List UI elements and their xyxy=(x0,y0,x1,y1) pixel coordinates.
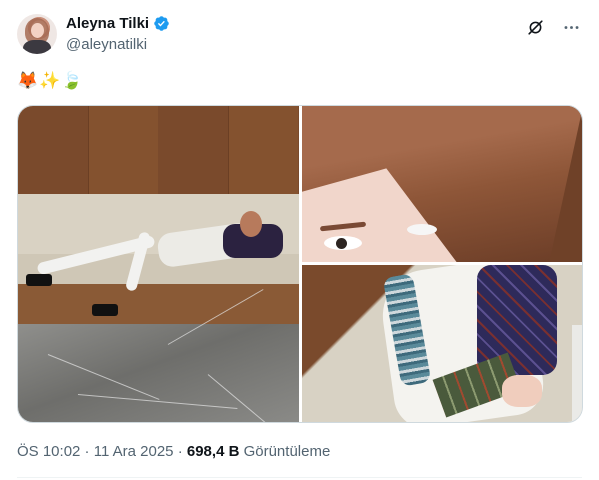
views-count: 698,4 B xyxy=(186,443,240,460)
tweet-text: 🦊✨🍃 xyxy=(17,71,84,90)
floor-vein xyxy=(47,354,160,400)
floor-vein xyxy=(207,374,270,422)
photo-figure-shoe xyxy=(92,304,118,316)
divider xyxy=(17,477,582,478)
photo-figure-head xyxy=(240,211,262,237)
photo-eye xyxy=(407,224,437,235)
avatar-face xyxy=(31,23,44,38)
verified-badge-icon[interactable] xyxy=(153,15,170,32)
views-label: Görüntüleme xyxy=(239,443,331,460)
tweet-meta: ÖS 10:02 · 11 Ara 2025 · 698,4 B Görüntü… xyxy=(17,443,330,460)
grok-icon[interactable] xyxy=(525,17,545,37)
author-name-row: Aleyna Tilki xyxy=(66,15,170,32)
photo-sofa-base xyxy=(18,284,299,324)
photo-figure-shoe xyxy=(26,274,52,286)
photo-hand xyxy=(502,375,542,407)
meta-separator: · xyxy=(80,443,94,460)
avatar-body xyxy=(23,40,51,54)
author-display-name[interactable]: Aleyna Tilki xyxy=(66,15,149,32)
tweet-top-actions xyxy=(525,17,581,37)
photo-1[interactable] xyxy=(18,106,299,422)
photo-eye xyxy=(324,236,362,250)
author-handle[interactable]: @aleynatilki xyxy=(66,36,147,53)
avatar[interactable] xyxy=(17,14,57,54)
tweet-article: Aleyna Tilki @aleynatilki 🦊✨🍃 ÖS 10:02 ·… xyxy=(0,0,599,480)
floor-vein xyxy=(77,394,238,409)
photo-2[interactable] xyxy=(302,106,582,262)
media-grid xyxy=(17,105,583,423)
photo-3[interactable] xyxy=(302,265,582,422)
photo-marble-floor xyxy=(18,289,299,422)
tweet-date[interactable]: 11 Ara 2025 xyxy=(94,443,174,460)
tweet-time[interactable]: ÖS 10:02 xyxy=(17,443,80,460)
meta-separator: · xyxy=(173,443,187,460)
photo-leg xyxy=(572,325,582,422)
more-options-icon[interactable] xyxy=(561,17,581,37)
